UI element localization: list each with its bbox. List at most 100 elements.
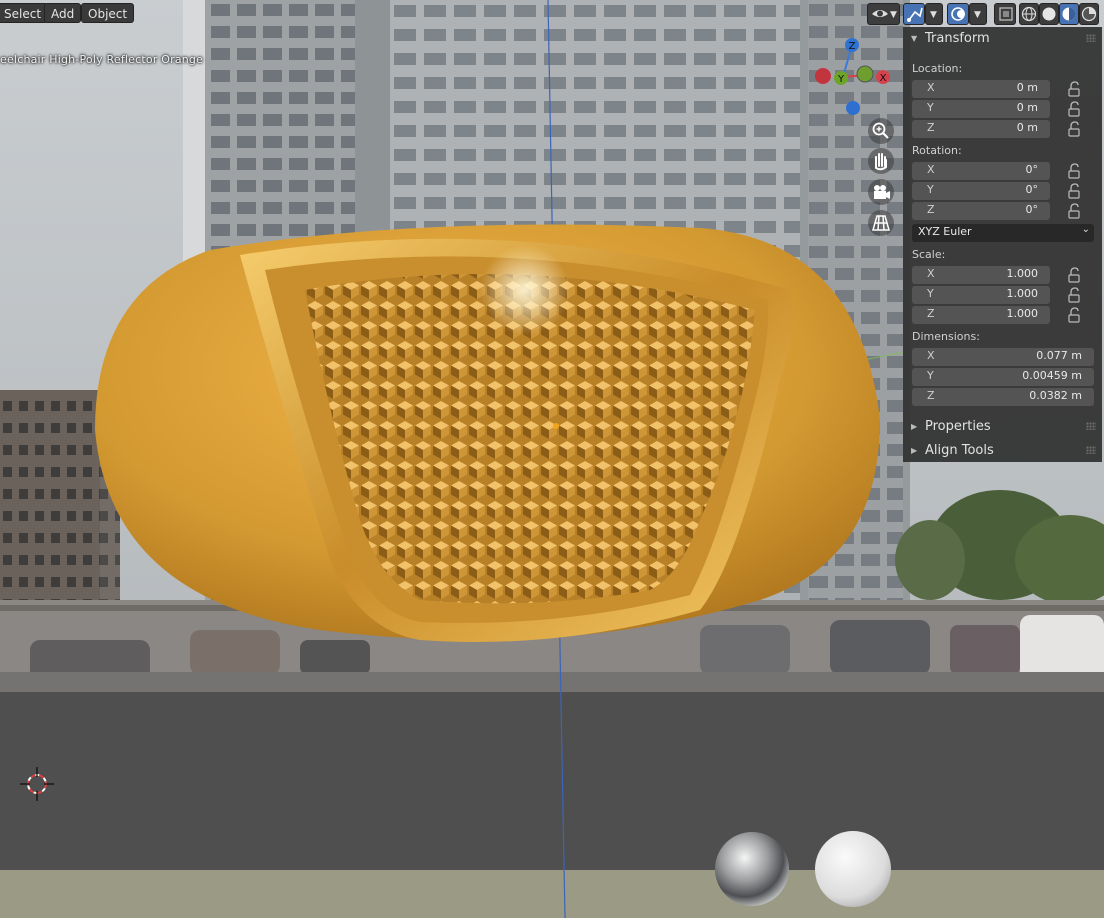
axis-label: Z — [927, 203, 935, 216]
overlays-dropdown[interactable]: ▼ — [969, 3, 987, 25]
dimensions-z-field[interactable]: Z 0.0382 m — [912, 388, 1094, 406]
field-value: 0 m — [1016, 81, 1038, 94]
gizmo-neg-x-handle[interactable] — [815, 68, 831, 84]
xray-toggle[interactable] — [994, 3, 1016, 25]
3d-cursor-icon — [20, 767, 54, 801]
collapse-triangle-icon: ▼ — [911, 34, 918, 43]
object-name-overlay: eelchair High-Poly Reflector Orange — [0, 53, 204, 66]
rendered-shading-button[interactable] — [1079, 3, 1099, 25]
axis-label: Y — [927, 101, 934, 114]
reflector-object — [95, 224, 880, 643]
rotation-x-field[interactable]: X 0° — [912, 162, 1050, 180]
location-x-field[interactable]: X 0 m — [912, 80, 1050, 98]
scale-label: Scale: — [912, 248, 946, 261]
lock-icon[interactable] — [1067, 266, 1081, 284]
field-value: 0° — [1025, 183, 1039, 196]
lock-icon[interactable] — [1067, 182, 1081, 200]
rotation-label: Rotation: — [912, 144, 962, 157]
axis-label: Z — [927, 121, 935, 134]
wireframe-shading-button[interactable] — [1019, 3, 1039, 25]
chevron-down-icon: ⌄ — [1081, 224, 1090, 235]
gizmo-dropdown[interactable]: ▼ — [925, 3, 943, 25]
align-tools-panel-header[interactable]: ▶ Align Tools — [903, 440, 1102, 462]
lock-icon[interactable] — [1067, 100, 1081, 118]
chevron-down-icon: ▼ — [974, 10, 981, 20]
chrome-preview-sphere — [715, 832, 789, 906]
gizmo-neg-y-handle[interactable] — [856, 65, 874, 83]
drag-grip-icon[interactable] — [1086, 422, 1096, 430]
properties-title: Properties — [925, 419, 991, 434]
scale-z-field[interactable]: Z 1.000 — [912, 306, 1050, 324]
gizmo-z-label: Z — [849, 41, 856, 52]
axis-label: Y — [927, 287, 934, 300]
rotation-z-field[interactable]: Z 0° — [912, 202, 1050, 220]
axis-label: Y — [927, 183, 934, 196]
add-menu[interactable]: Add — [44, 3, 82, 23]
gizmo-toggle[interactable] — [903, 3, 925, 25]
material-sphere-icon — [1062, 7, 1076, 21]
expand-triangle-icon: ▶ — [911, 422, 918, 431]
lock-icon[interactable] — [1067, 120, 1081, 138]
gizmo-y-label: Y — [837, 74, 845, 85]
solid-shading-button[interactable] — [1039, 3, 1059, 25]
field-value: 1.000 — [1006, 307, 1039, 320]
sidebar-n-panel: ▼ Transform Location: X 0 m Y 0 m Z 0 m Rot… — [903, 27, 1102, 462]
dimensions-y-field[interactable]: Y 0.00459 m — [912, 368, 1094, 386]
location-z-field[interactable]: Z 0 m — [912, 120, 1050, 138]
object-menu[interactable]: Object — [81, 3, 135, 23]
select-menu[interactable]: Select — [0, 3, 49, 23]
transform-panel-header[interactable]: ▼ Transform — [903, 28, 1102, 50]
drag-grip-icon[interactable] — [1086, 446, 1096, 454]
overlays-toggle[interactable] — [947, 3, 969, 25]
transform-title: Transform — [925, 31, 990, 46]
drag-grip-icon[interactable] — [1086, 34, 1096, 42]
lock-icon[interactable] — [1067, 306, 1081, 324]
hdri-preview-spheres — [715, 831, 891, 907]
lock-icon[interactable] — [1067, 202, 1081, 220]
chevron-down-icon: ▼ — [890, 10, 897, 20]
dimensions-label: Dimensions: — [912, 330, 980, 343]
zoom-button[interactable] — [868, 118, 894, 144]
field-value: 1.000 — [1006, 287, 1039, 300]
rotation-mode-select[interactable]: XYZ Euler ⌄ — [912, 224, 1094, 242]
perspective-toggle-button[interactable] — [868, 210, 894, 236]
solid-sphere-icon — [1042, 7, 1056, 21]
gizmo-neg-z-handle[interactable] — [846, 101, 860, 115]
field-value: 0.077 m — [1036, 349, 1082, 362]
grid-icon — [872, 215, 890, 231]
navigation-gizmo[interactable]: Z Y X — [808, 32, 904, 122]
dimensions-x-field[interactable]: X 0.077 m — [912, 348, 1094, 366]
field-value: 0 m — [1016, 121, 1038, 134]
gizmo-x-label: X — [880, 73, 887, 84]
field-value: 0° — [1025, 163, 1039, 176]
align-tools-title: Align Tools — [925, 443, 994, 458]
rotation-y-field[interactable]: Y 0° — [912, 182, 1050, 200]
expand-triangle-icon: ▶ — [911, 446, 918, 455]
lock-icon[interactable] — [1067, 162, 1081, 180]
visibility-dropdown[interactable]: ▼ — [867, 3, 900, 25]
eye-icon — [872, 10, 888, 17]
hand-icon — [875, 153, 887, 171]
camera-view-button[interactable] — [868, 179, 894, 205]
wireframe-sphere-icon — [1021, 6, 1037, 22]
chevron-down-icon: ▼ — [930, 10, 937, 20]
axis-label: X — [927, 163, 935, 176]
axis-label: X — [927, 267, 935, 280]
pan-button[interactable] — [868, 148, 894, 174]
diffuse-preview-sphere — [815, 831, 891, 907]
field-value: 0.0382 m — [1029, 389, 1082, 402]
scale-x-field[interactable]: X 1.000 — [912, 266, 1050, 284]
field-value: 0.00459 m — [1022, 369, 1082, 382]
properties-panel-header[interactable]: ▶ Properties — [903, 416, 1102, 438]
material-preview-button[interactable] — [1059, 3, 1079, 25]
axis-label: Z — [927, 389, 935, 402]
axis-label: Y — [927, 369, 934, 382]
scale-y-field[interactable]: Y 1.000 — [912, 286, 1050, 304]
location-label: Location: — [912, 62, 963, 75]
lock-icon[interactable] — [1067, 80, 1081, 98]
axis-label: Z — [927, 307, 935, 320]
lock-icon[interactable] — [1067, 286, 1081, 304]
gizmo-icon — [907, 7, 923, 22]
location-y-field[interactable]: Y 0 m — [912, 100, 1050, 118]
rotation-mode-value: XYZ Euler — [918, 225, 972, 238]
